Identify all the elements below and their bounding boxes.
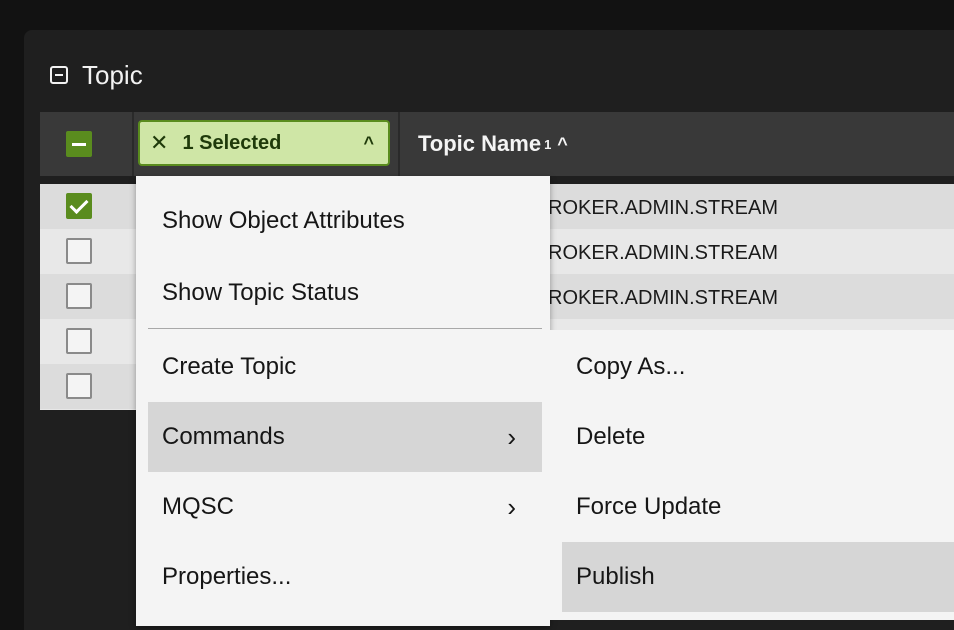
sort-ascending-icon[interactable]: ^ — [557, 134, 568, 155]
submenu-item[interactable]: Delete — [562, 402, 954, 472]
row-checkbox[interactable] — [66, 193, 92, 219]
submenu-item-label: Force Update — [576, 493, 722, 520]
chevron-right-icon: › — [507, 491, 516, 522]
menu-item-label: Create Topic — [162, 353, 297, 380]
close-icon[interactable]: ✕ — [150, 130, 168, 156]
column-header-topic-name[interactable]: Topic Name 1 ^ — [418, 124, 568, 164]
column-divider[interactable] — [398, 112, 400, 176]
menu-item-label: Commands — [162, 423, 285, 450]
selection-chip[interactable]: ✕ 1 Selected ^ — [138, 120, 390, 166]
menu-item-label: Show Object Attributes — [162, 207, 405, 234]
submenu-item[interactable]: Publish — [562, 542, 954, 612]
row-checkbox[interactable] — [66, 238, 92, 264]
select-all-checkbox[interactable] — [66, 131, 92, 157]
menu-divider — [148, 328, 542, 329]
menu-item[interactable]: MQSC › — [148, 472, 542, 542]
row-checkbox[interactable] — [66, 283, 92, 309]
menu-item[interactable]: Create Topic — [148, 332, 542, 402]
menu-item-label: Properties... — [162, 563, 292, 590]
menu-item-label: MQSC — [162, 493, 234, 520]
column-divider — [132, 112, 134, 176]
submenu-item-label: Delete — [576, 423, 646, 450]
chevron-up-icon[interactable]: ^ — [363, 133, 374, 154]
row-checkbox[interactable] — [66, 328, 92, 354]
column-title: Topic Name — [418, 131, 542, 156]
topic-name-cell: ROKER.ADMIN.STREAM — [548, 287, 779, 309]
menu-item-label: Show Topic Status — [162, 279, 360, 306]
panel-title: Topic — [82, 59, 143, 90]
submenu-item[interactable]: Copy As... — [562, 332, 954, 402]
sort-order-index: 1 — [544, 136, 552, 152]
submenu-item[interactable]: Force Update — [562, 472, 954, 542]
submenu-item-label: Copy As... — [576, 353, 686, 380]
menu-item[interactable]: Commands › — [148, 402, 542, 472]
selection-count-label: 1 Selected — [182, 131, 282, 154]
topic-name-cell: ROKER.ADMIN.STREAM — [548, 197, 779, 219]
row-checkbox[interactable] — [66, 373, 92, 399]
chevron-right-icon: › — [507, 421, 516, 452]
menu-item[interactable]: Properties... — [148, 542, 542, 612]
menu-item[interactable]: Show Object Attributes — [148, 186, 542, 256]
panel-header: Topic — [50, 50, 143, 100]
menu-item[interactable]: Show Topic Status — [148, 258, 542, 328]
submenu-item-label: Publish — [576, 563, 655, 590]
collapse-square-icon[interactable] — [50, 66, 68, 84]
topic-name-cell: ROKER.ADMIN.STREAM — [548, 242, 779, 264]
